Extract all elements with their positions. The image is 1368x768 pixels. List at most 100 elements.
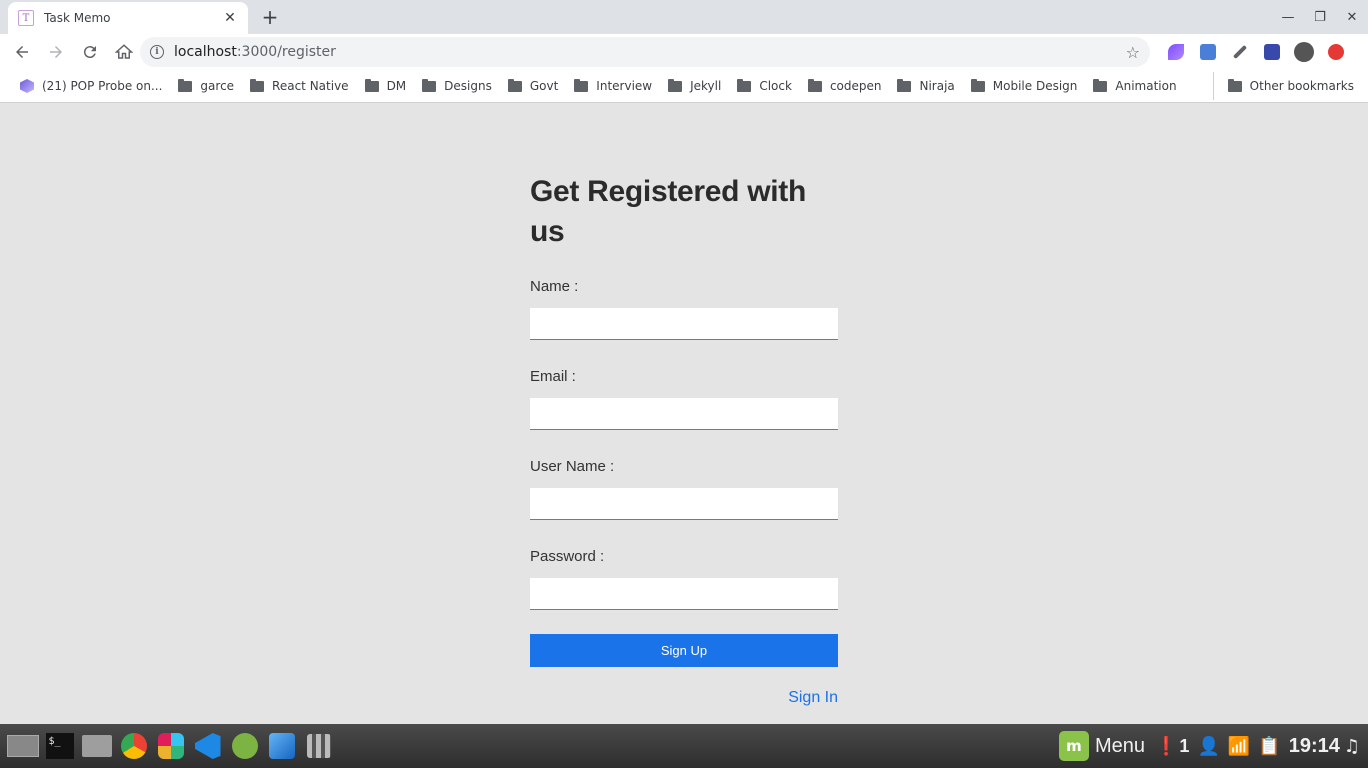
folder-icon [250, 78, 265, 92]
email-label: Email : [530, 368, 576, 385]
bookmark-favicon-icon [20, 79, 34, 93]
extension-icons [1160, 34, 1352, 70]
music-icon[interactable]: ♫ [1344, 736, 1360, 757]
folder-icon [178, 78, 193, 92]
bookmark-label: Niraja [919, 79, 955, 93]
show-desktop-icon[interactable] [4, 728, 41, 765]
sign-in-link[interactable]: Sign In [530, 689, 838, 707]
bookmarks-bar: (21) POP Probe on... garce React Native DM D… [0, 70, 1368, 103]
bookmark-label: Animation [1115, 79, 1177, 93]
tab-task-memo[interactable]: T Task Memo ✕ [8, 2, 248, 34]
user-icon[interactable]: 👤 [1197, 736, 1219, 757]
folder-icon [507, 78, 522, 92]
other-bookmarks[interactable]: Other bookmarks [1212, 72, 1362, 100]
page-title: Get Registered with us [530, 175, 807, 248]
android-studio-icon[interactable] [226, 728, 263, 765]
image-viewer-icon[interactable] [263, 728, 300, 765]
password-label: Password : [530, 548, 605, 565]
bookmark-label: Designs [444, 79, 492, 93]
apps-grid-icon[interactable] [300, 728, 337, 765]
tab-strip: T Task Memo ✕ + — ❐ ✕ [0, 0, 1368, 34]
notification-icon[interactable]: ❗ 1 [1155, 736, 1189, 757]
bookmark-label: Clock [759, 79, 792, 93]
username-input[interactable] [530, 488, 838, 520]
email-input[interactable] [530, 398, 838, 430]
bookmark-item[interactable]: garce [170, 72, 242, 100]
sign-up-button[interactable]: Sign Up [530, 634, 838, 667]
bookmark-item[interactable]: Animation [1085, 72, 1184, 100]
folder-icon [807, 78, 822, 92]
bookmark-item[interactable]: codepen [800, 72, 890, 100]
folder-icon [574, 78, 589, 92]
folder-icon [364, 78, 379, 92]
bookmark-item[interactable]: Clock [729, 72, 800, 100]
tab-title: Task Memo [44, 11, 111, 25]
menu-label[interactable]: Menu [1095, 735, 1145, 758]
register-form: Get Registered with us Name : Email : Us… [530, 172, 838, 707]
bookmark-label: Interview [596, 79, 653, 93]
bookmark-label: Jekyll [690, 79, 722, 93]
clipboard-icon[interactable]: 📋 [1258, 736, 1280, 757]
forward-icon[interactable] [40, 36, 72, 68]
vscode-icon[interactable] [189, 728, 226, 765]
name-label: Name : [530, 278, 579, 295]
bookmark-label: Mobile Design [992, 79, 1078, 93]
feather-extension-icon[interactable] [1160, 36, 1192, 68]
bookmark-item[interactable]: Niraja [889, 72, 962, 100]
folder-icon [668, 78, 683, 92]
bookmark-item[interactable]: Interview [566, 72, 660, 100]
username-label: User Name : [530, 458, 615, 475]
eyedropper-extension-icon[interactable] [1224, 36, 1256, 68]
clock[interactable]: 19:14 [1289, 735, 1340, 758]
browser-toolbar: i localhost:3000/register ☆ [0, 34, 1368, 70]
back-icon[interactable] [6, 36, 38, 68]
maximize-icon[interactable]: ❐ [1304, 0, 1336, 34]
bookmark-star-icon[interactable]: ☆ [1126, 43, 1140, 62]
terminal-icon[interactable]: $_ [41, 728, 78, 765]
tab-favicon-icon: T [18, 10, 34, 26]
address-bar[interactable]: i localhost:3000/register ☆ [140, 37, 1150, 67]
screen-extension-icon[interactable] [1256, 36, 1288, 68]
bookmark-label: React Native [272, 79, 349, 93]
mint-menu-icon[interactable]: m [1058, 731, 1089, 761]
window-close-icon[interactable]: ✕ [1336, 0, 1368, 34]
window-controls: — ❐ ✕ [1272, 0, 1368, 34]
notification-count: 1 [1179, 735, 1190, 756]
home-icon[interactable] [108, 36, 140, 68]
system-tray: m Menu ❗ 1 👤 📶 📋 19:14 ♫ [1058, 724, 1368, 768]
site-info-icon[interactable]: i [150, 45, 164, 59]
bookmark-label: Govt [529, 79, 559, 93]
profile-avatar[interactable] [1288, 36, 1320, 68]
wifi-icon[interactable]: 📶 [1228, 736, 1250, 757]
bookmark-item[interactable]: Jekyll [660, 72, 729, 100]
files-icon[interactable] [78, 728, 115, 765]
folder-icon [970, 78, 985, 92]
other-bookmarks-label: Other bookmarks [1249, 79, 1354, 93]
bookmark-item[interactable]: (21) POP Probe on... [12, 72, 170, 100]
bookmark-item[interactable]: Designs [414, 72, 500, 100]
page-content: Get Registered with us Name : Email : Us… [0, 104, 1368, 724]
password-input[interactable] [530, 578, 838, 610]
folder-icon [422, 78, 437, 92]
bookmark-label: codepen [829, 79, 882, 93]
os-taskbar: $_ m Menu ❗ 1 👤 📶 📋 19:14 ♫ [0, 724, 1368, 768]
folder-icon [737, 78, 752, 92]
minimize-icon[interactable]: — [1272, 0, 1304, 34]
bookmark-item[interactable]: Mobile Design [963, 72, 1086, 100]
bookmark-item[interactable]: Govt [500, 72, 566, 100]
bookmark-label: DM [386, 79, 407, 93]
code-extension-icon[interactable] [1192, 36, 1224, 68]
reload-icon[interactable] [74, 36, 106, 68]
chrome-icon[interactable] [115, 728, 152, 765]
name-input[interactable] [530, 308, 838, 340]
slack-icon[interactable] [152, 728, 189, 765]
bookmark-label: (21) POP Probe on... [42, 79, 163, 93]
bookmark-label: garce [200, 79, 235, 93]
update-icon[interactable] [1320, 36, 1352, 68]
bookmark-item[interactable]: React Native [242, 72, 357, 100]
tab-close-icon[interactable]: ✕ [222, 10, 238, 26]
new-tab-button[interactable]: + [258, 6, 282, 28]
folder-icon [1227, 78, 1242, 92]
url-text: localhost:3000/register [174, 44, 336, 60]
bookmark-item[interactable]: DM [357, 72, 415, 100]
